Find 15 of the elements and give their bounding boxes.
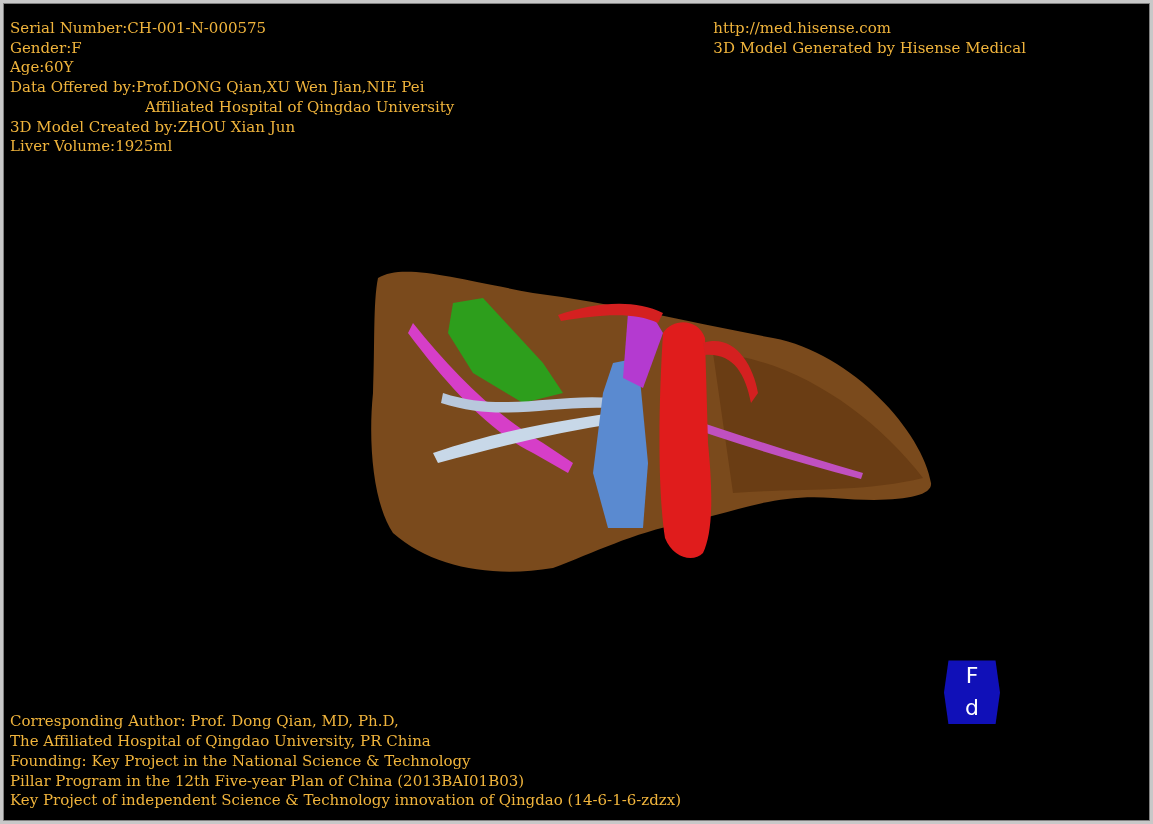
patient-info-line: Age:60Y [10,58,75,79]
patient-info-line: Affiliated Hospital of Qingdao University [144,97,455,118]
footer-line: Founding: Key Project in the National Science & Technology [10,751,472,772]
patient-info-line: Data Offered by:Prof.DONG Qian,XU Wen Jian,NIE Pei [10,78,426,98]
footer-line: Key Project of independent Science & Technology innovation of Qingdao (14-6-1-6-zdzx) [10,791,682,811]
patient-info-line: Liver Volume:1925ml [10,137,174,157]
footer-line: Corresponding Author: Prof. Dong Qian, MD, Ph.D, [10,712,400,733]
orientation-cube[interactable]: F d [944,660,1000,725]
patient-info-line: 3D Model Created by:ZHOU Xian Jun [10,117,297,138]
footer-line: The Affiliated Hospital of Qingdao University, PR China [10,732,432,752]
patient-info-line: Gender:F [10,38,83,59]
footer-line: Pillar Program in the 12th Five-year Plan of China (2013BAI01B03) [10,771,526,792]
patient-info-line: Serial Number:CH-001-N-000575 [10,19,268,39]
credit-line: 3D Model Generated by Hisense Medical [713,38,1026,59]
credit-line: http://med.hisense.com [713,19,892,39]
